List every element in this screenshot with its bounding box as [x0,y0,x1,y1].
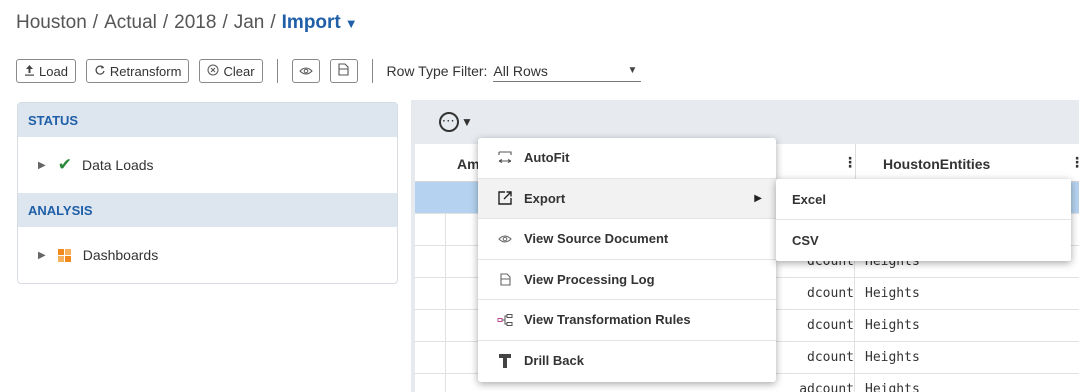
menu-item-export[interactable]: Export ▶ [478,178,776,219]
document-icon [494,273,516,286]
toolbar: Load Retransform Clear Row Type Filter: … [16,58,642,84]
export-submenu: Excel CSV [776,179,1071,261]
drill-icon [494,353,516,369]
dashboard-icon [57,248,71,262]
table-cell[interactable]: Heights [865,286,920,301]
checkmark-icon: ✔ [57,155,72,174]
tree-item-data-loads[interactable]: ▶ ✔ Data Loads [18,137,397,193]
table-cell[interactable]: Heights [865,318,920,333]
view-transformation-rules-label: View Transformation Rules [524,312,691,328]
column-menu-icon[interactable]: ⋮ [1070,154,1079,171]
clear-label: Clear [223,63,255,79]
refresh-icon [94,64,106,79]
submenu-item-excel[interactable]: Excel [776,179,1071,220]
load-label: Load [39,63,68,79]
dashboards-label: Dashboards [82,247,159,263]
clear-button[interactable]: Clear [199,59,263,83]
cell-text: dcount [807,286,854,301]
column-header-amount[interactable]: Am [457,156,480,172]
drill-back-label: Drill Back [524,353,584,369]
menu-item-view-processing-log[interactable]: View Processing Log [478,260,776,300]
cell-text: dcount [807,350,854,365]
cell-text: dcount [807,318,854,333]
view-source-button[interactable] [291,59,320,83]
more-options-caret-icon[interactable]: ▼ [461,115,473,129]
view-source-document-label: View Source Document [524,231,669,247]
submenu-arrow-icon: ▶ [754,192,762,204]
view-processing-log-label: View Processing Log [524,271,655,287]
breadcrumb-separator: / [92,12,99,33]
toolbar-divider [371,59,373,83]
menu-item-view-source-document[interactable]: View Source Document [478,219,776,260]
breadcrumb-month[interactable]: Jan [234,12,265,33]
analysis-section-header[interactable]: ANALYSIS [18,193,397,227]
tree-item-dashboards[interactable]: ▶ Dashboards [18,227,397,283]
autofit-icon [494,151,516,165]
toolbar-divider [276,59,278,83]
cell-text: adcount [799,382,854,392]
table-cell[interactable]: Heights [865,350,920,365]
expand-triangle-icon[interactable]: ▶ [38,250,46,261]
chevron-down-icon: ▼ [627,65,638,76]
grid-context-menu: AutoFit Export ▶ View Source Document Vi… [478,138,776,382]
transformation-rules-icon [494,313,516,326]
autofit-label: AutoFit [524,150,570,166]
breadcrumb-caret-icon[interactable]: ▼ [345,16,358,31]
upload-icon [24,64,35,79]
breadcrumb-separator: / [162,12,169,33]
table-cell[interactable]: Heights [865,382,920,392]
more-options-icon[interactable]: ··· [439,112,459,132]
column-header-houston-entities[interactable]: HoustonEntities [883,156,990,172]
submenu-item-csv[interactable]: CSV [776,220,1071,261]
document-icon [338,63,349,79]
export-icon [494,190,516,206]
export-label: Export [524,190,566,206]
eye-icon [298,64,313,79]
breadcrumb-separator: / [270,12,276,33]
load-button[interactable]: Load [16,59,76,83]
retransform-label: Retransform [109,63,182,79]
left-panel: STATUS ▶ ✔ Data Loads ANALYSIS ▶ Dashboa… [17,102,398,284]
menu-item-autofit[interactable]: AutoFit [478,138,776,179]
expand-triangle-icon[interactable]: ▶ [38,160,46,171]
status-section-header[interactable]: STATUS [18,103,397,137]
breadcrumb-actual[interactable]: Actual [104,12,157,33]
retransform-button[interactable]: Retransform [85,59,190,83]
view-log-button[interactable] [329,59,358,83]
row-type-filter-value: All Rows [493,62,548,79]
column-divider[interactable] [855,144,856,182]
breadcrumb-year[interactable]: 2018 [174,12,216,33]
eye-icon [494,234,516,244]
breadcrumb-separator: / [222,12,228,33]
breadcrumb: Houston / Actual/2018/Jan / Import ▼ [16,12,358,34]
menu-item-view-transformation-rules[interactable]: View Transformation Rules [478,300,776,341]
row-type-filter-label: Row Type Filter: [386,63,488,79]
clear-circle-x-icon [207,64,219,79]
breadcrumb-current-import[interactable]: Import [282,12,341,33]
row-type-filter-select[interactable]: All Rows ▼ [493,60,642,82]
data-loads-label: Data Loads [81,157,154,173]
breadcrumb-houston[interactable]: Houston [16,12,87,33]
menu-item-drill-back[interactable]: Drill Back [478,341,776,382]
